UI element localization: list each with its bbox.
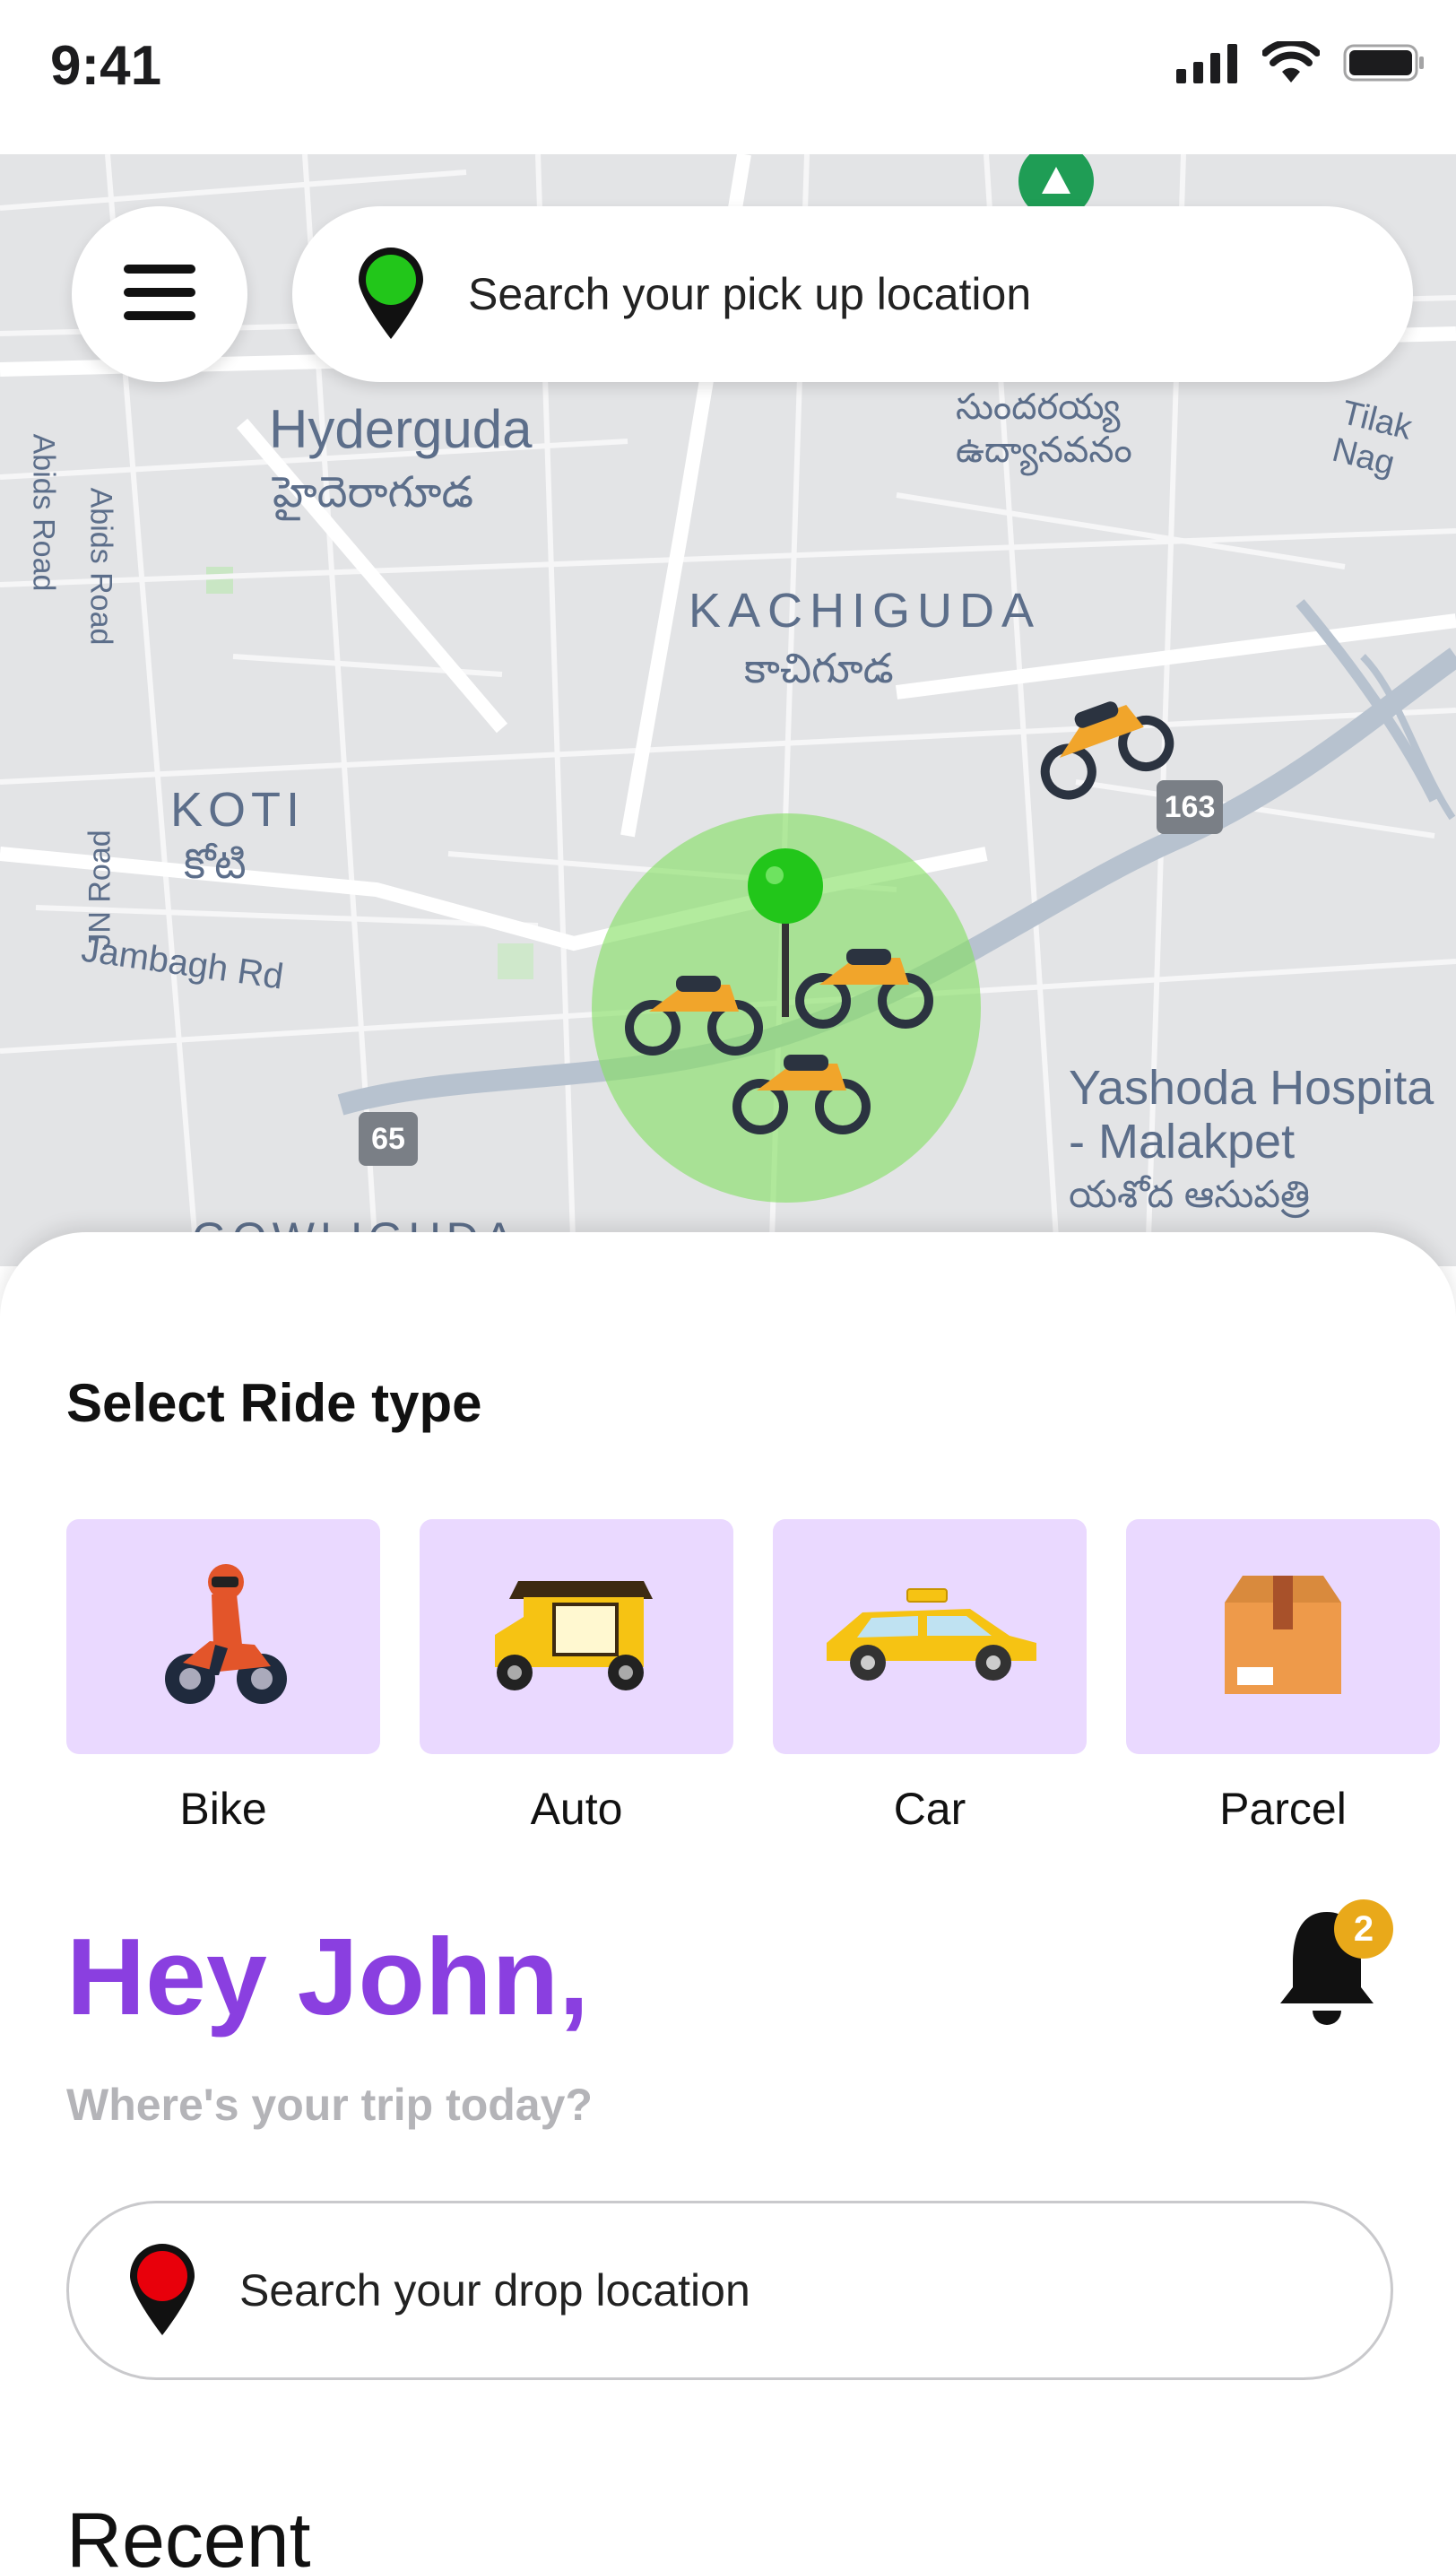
auto-rickshaw-icon (491, 1572, 662, 1702)
taxi-car-icon (818, 1586, 1042, 1689)
map-label-kachiguda: KACHIGUDA (689, 584, 1042, 638)
highway-shield-65: 65 (359, 1112, 418, 1166)
map-label-koti: KOTI (170, 783, 306, 837)
greeting-heading: Hey John, (66, 1916, 590, 2038)
pickup-location-pin-icon (742, 847, 828, 1030)
parcel-box-icon (1216, 1572, 1350, 1702)
ride-type-label: Auto (530, 1784, 623, 1834)
map-label-hyderguda-te: హైదెరాగూడ (273, 469, 474, 517)
ride-type-tile[interactable] (773, 1519, 1087, 1754)
ride-type-tile[interactable] (66, 1519, 380, 1754)
notification-count-badge: 2 (1334, 1899, 1393, 1959)
map-label-abids-1: Abids Road (26, 433, 61, 592)
map-bike-icon (730, 1037, 873, 1140)
pickup-search-input[interactable]: Search your pick up location (292, 206, 1413, 382)
map-label-sundaraiah-te: సుందరయ్య ఉద్యానవనం (956, 387, 1132, 470)
drop-search-input[interactable]: Search your drop location (66, 2201, 1393, 2380)
status-time: 9:41 (50, 35, 162, 97)
bottom-sheet: Select Ride type Bike Auto Car Parcel He… (0, 1232, 1456, 2572)
ride-type-label: Parcel (1219, 1784, 1347, 1834)
map-label-yashoda-2: - Malakpet (1069, 1115, 1296, 1169)
ride-type-label: Car (893, 1784, 966, 1834)
ride-type-bike[interactable]: Bike (66, 1519, 380, 1835)
highway-shield-163: 163 (1157, 780, 1223, 834)
map-label-yashoda-te: యశోద ఆసుపత్రి (1069, 1173, 1311, 1215)
status-bar: 9:41 (0, 0, 1456, 154)
menu-button[interactable] (72, 206, 247, 382)
select-ride-type-title: Select Ride type (66, 1373, 482, 1433)
map-label-abids-2: Abids Road (83, 487, 118, 646)
map-label-hyderguda: Hyderguda (269, 399, 533, 459)
ride-type-auto[interactable]: Auto (420, 1519, 733, 1835)
pickup-search-placeholder: Search your pick up location (468, 269, 1032, 319)
map-label-yashoda-1: Yashoda Hospita (1069, 1061, 1434, 1115)
wifi-icon (1261, 39, 1321, 89)
ride-type-parcel[interactable]: Parcel (1126, 1519, 1440, 1835)
drop-search-placeholder: Search your drop location (239, 2265, 750, 2316)
ride-type-label: Bike (179, 1784, 267, 1834)
map-label-jn-road: JN Road (82, 830, 117, 949)
battery-icon (1343, 42, 1426, 88)
map-label-koti-te: కోటి (184, 840, 247, 887)
recent-section-title: Recent (66, 2498, 311, 2572)
ride-type-list: Bike Auto Car Parcel (66, 1519, 1440, 1835)
ride-type-tile[interactable] (420, 1519, 733, 1754)
status-icons (1176, 39, 1426, 89)
hamburger-menu-icon (124, 264, 195, 325)
red-location-pin-icon (126, 2242, 198, 2340)
map-label-kachiguda-te: కాచిగూడ (744, 645, 894, 691)
greeting-subtitle: Where's your trip today? (66, 2080, 593, 2130)
bell-icon (1273, 1912, 1381, 2034)
ride-type-tile[interactable] (1126, 1519, 1440, 1754)
signal-icon (1176, 42, 1239, 88)
ride-type-car[interactable]: Car (773, 1519, 1087, 1835)
bike-icon (156, 1559, 290, 1716)
green-location-pin-icon (355, 246, 427, 343)
